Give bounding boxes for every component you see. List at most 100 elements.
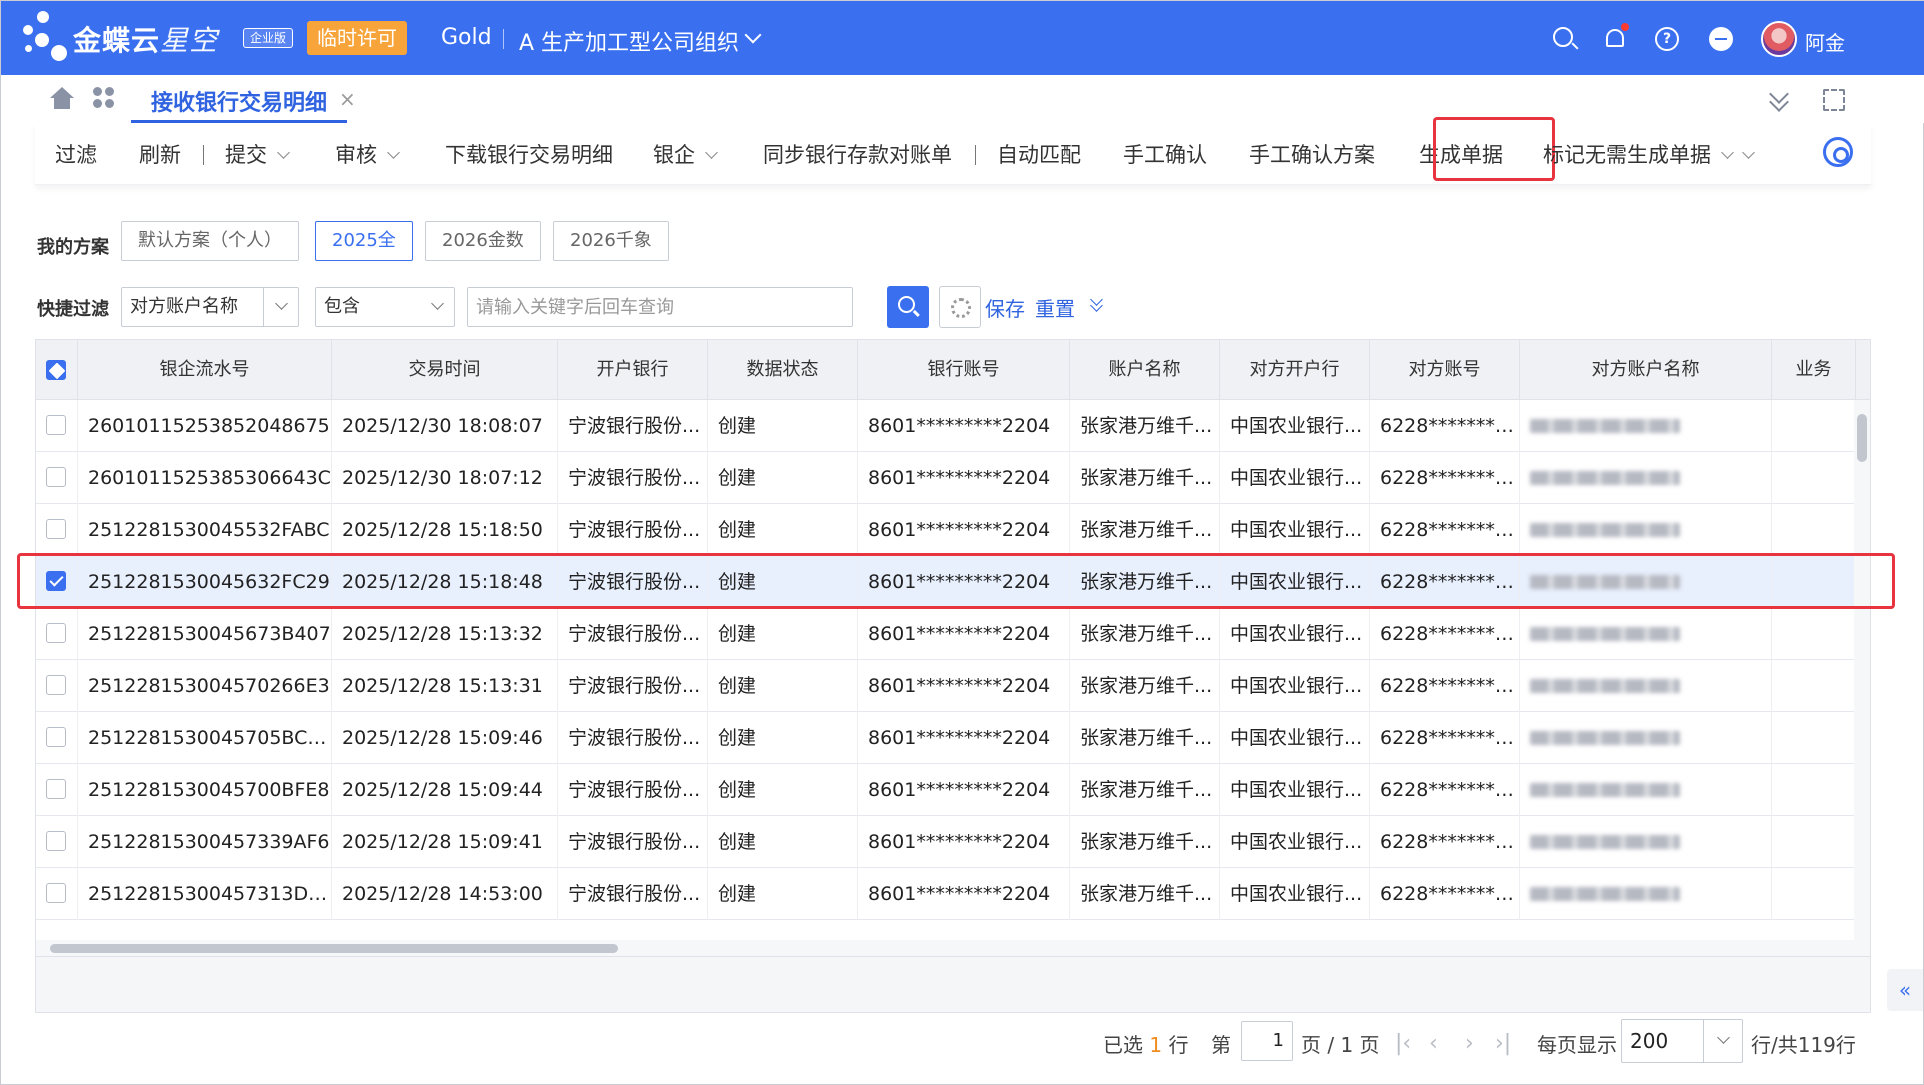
- row-checkbox-cell: [36, 504, 78, 556]
- table-cell: 张家港万维千...: [1070, 660, 1220, 712]
- home-icon[interactable]: [49, 87, 75, 111]
- table-row[interactable]: 2512281530045700BFE8 2025/12/28 15:09:44 宁…: [36, 764, 1856, 816]
- scheme-2025[interactable]: 2025全: [315, 221, 413, 261]
- column-header[interactable]: 业务: [1772, 340, 1856, 400]
- scheme-2026-jinshu[interactable]: 2026金数: [425, 221, 541, 261]
- org-selector[interactable]: A 生产加工型公司组织: [519, 25, 739, 57]
- save-button[interactable]: 保存: [985, 293, 1025, 322]
- filter-settings-icon[interactable]: [939, 286, 981, 328]
- search-icon[interactable]: [1553, 27, 1573, 47]
- column-header[interactable]: 交易时间: [332, 340, 558, 400]
- scheme-2026-qianxiang[interactable]: 2026千象: [553, 221, 669, 261]
- mark-no-generate-button[interactable]: 标记无需生成单据: [1543, 139, 1755, 169]
- column-header[interactable]: 账户名称: [1070, 340, 1220, 400]
- column-header[interactable]: 银企流水号: [78, 340, 332, 400]
- search-button[interactable]: [887, 286, 929, 328]
- fullscreen-icon[interactable]: [1823, 89, 1845, 111]
- scheme-default[interactable]: 默认方案（个人）: [121, 221, 299, 261]
- row-checkbox[interactable]: [46, 883, 66, 903]
- bell-icon[interactable]: [1603, 23, 1629, 51]
- collapse-icon[interactable]: [1767, 87, 1791, 111]
- chevron-down-icon[interactable]: [431, 297, 444, 310]
- download-transactions-button[interactable]: 下载银行交易明细: [445, 139, 613, 169]
- license-badge[interactable]: 临时许可: [307, 21, 407, 55]
- next-page-icon[interactable]: ›: [1465, 1031, 1474, 1056]
- sync-statement-button[interactable]: 同步银行存款对账单: [763, 139, 952, 169]
- prev-page-icon[interactable]: ‹: [1429, 1031, 1438, 1056]
- vertical-scrollbar[interactable]: [1854, 400, 1870, 956]
- page-size-select[interactable]: 200: [1621, 1019, 1743, 1063]
- manual-confirm-plan-button[interactable]: 手工确认方案: [1249, 139, 1375, 169]
- column-header[interactable]: 对方开户行: [1220, 340, 1370, 400]
- quick-filter-label: 快捷过滤: [37, 299, 109, 320]
- filter-field-select[interactable]: 对方账户名称: [121, 287, 299, 327]
- chevron-down-icon[interactable]: [1721, 146, 1734, 159]
- search-input[interactable]: [467, 287, 853, 327]
- side-collapse-icon[interactable]: «: [1887, 969, 1923, 1011]
- chevron-down-icon[interactable]: [277, 146, 290, 159]
- highlight-box: [17, 553, 1895, 609]
- row-checkbox[interactable]: [46, 727, 66, 747]
- chevron-down-icon[interactable]: [275, 297, 288, 310]
- apps-icon[interactable]: [93, 87, 115, 109]
- chevron-down-icon[interactable]: [744, 26, 762, 44]
- row-checkbox[interactable]: [46, 623, 66, 643]
- table-row[interactable]: 2601011525385306643C 2025/12/30 18:07:12 宁…: [36, 452, 1856, 504]
- tab-bank-transactions[interactable]: 接收银行交易明细: [131, 75, 348, 123]
- row-checkbox[interactable]: [46, 779, 66, 799]
- table-row[interactable]: 2512281530045705BC23 2025/12/28 15:09:46 宁…: [36, 712, 1856, 764]
- expand-icon[interactable]: [1089, 295, 1105, 311]
- table-cell: 26010115253852048675: [78, 400, 332, 452]
- row-checkbox[interactable]: [46, 831, 66, 851]
- row-checkbox[interactable]: [46, 467, 66, 487]
- first-page-icon[interactable]: |‹: [1395, 1031, 1411, 1056]
- settings-icon[interactable]: [1823, 137, 1853, 167]
- column-header[interactable]: 开户银行: [558, 340, 708, 400]
- manual-confirm-button[interactable]: 手工确认: [1123, 139, 1207, 169]
- table-cell: 8601*********2204: [858, 400, 1070, 452]
- help-icon[interactable]: ?: [1655, 27, 1679, 51]
- table-row[interactable]: 2512281530045673B407 2025/12/28 15:13:32 宁…: [36, 608, 1856, 660]
- reset-button[interactable]: 重置: [1035, 293, 1075, 322]
- table-cell: 中国农业银行...: [1220, 504, 1370, 556]
- scroll-thumb[interactable]: [1857, 414, 1867, 462]
- horizontal-scrollbar[interactable]: [36, 940, 1870, 956]
- filter-operator-select[interactable]: 包含: [315, 287, 455, 327]
- table-row[interactable]: 2512281530045532FABC 2025/12/28 15:18:50 宁…: [36, 504, 1856, 556]
- column-header[interactable]: 对方账户名称: [1520, 340, 1772, 400]
- table-row[interactable]: 251228153004570266E3 2025/12/28 15:13:31 宁…: [36, 660, 1856, 712]
- close-icon[interactable]: ×: [339, 87, 356, 111]
- bank-enterprise-button[interactable]: 银企: [653, 139, 718, 169]
- minus-circle-icon[interactable]: [1709, 27, 1733, 51]
- chevron-down-icon[interactable]: [1742, 146, 1755, 159]
- table-row[interactable]: 26010115253852048675 2025/12/30 18:08:07 宁…: [36, 400, 1856, 452]
- scroll-thumb[interactable]: [50, 944, 618, 953]
- filter-button[interactable]: 过滤: [55, 139, 97, 169]
- table-cell: 6228********...: [1370, 452, 1520, 504]
- chevron-down-icon[interactable]: [387, 146, 400, 159]
- page-number-input[interactable]: 1: [1241, 1021, 1293, 1061]
- table-row[interactable]: 25122815300457313DC1 2025/12/28 14:53:00 宁…: [36, 868, 1856, 920]
- table-cell: 2025/12/28 15:13:32: [332, 608, 558, 660]
- row-checkbox-cell: [36, 868, 78, 920]
- row-checkbox[interactable]: [46, 675, 66, 695]
- column-header[interactable]: 银行账号: [858, 340, 1070, 400]
- last-page-icon[interactable]: ›|: [1495, 1031, 1511, 1056]
- user-name[interactable]: 阿金: [1805, 27, 1845, 56]
- auto-match-button[interactable]: 自动匹配: [997, 139, 1081, 169]
- column-header[interactable]: 对方账号: [1370, 340, 1520, 400]
- table-cell: 宁波银行股份...: [558, 712, 708, 764]
- column-header[interactable]: 数据状态: [708, 340, 858, 400]
- chevron-down-icon[interactable]: [705, 146, 718, 159]
- table-row[interactable]: 25122815300457339AF6 2025/12/28 15:09:41 宁…: [36, 816, 1856, 868]
- submit-button[interactable]: 提交: [225, 139, 290, 169]
- avatar[interactable]: [1761, 21, 1797, 57]
- table-cell: 2025/12/28 14:53:00: [332, 868, 558, 920]
- row-checkbox[interactable]: [46, 415, 66, 435]
- audit-button[interactable]: 审核: [335, 139, 400, 169]
- select-all-checkbox[interactable]: [46, 360, 66, 380]
- refresh-button[interactable]: 刷新: [139, 139, 181, 169]
- table-cell: 张家港万维千...: [1070, 816, 1220, 868]
- chevron-down-icon[interactable]: [1717, 1031, 1730, 1044]
- row-checkbox[interactable]: [46, 519, 66, 539]
